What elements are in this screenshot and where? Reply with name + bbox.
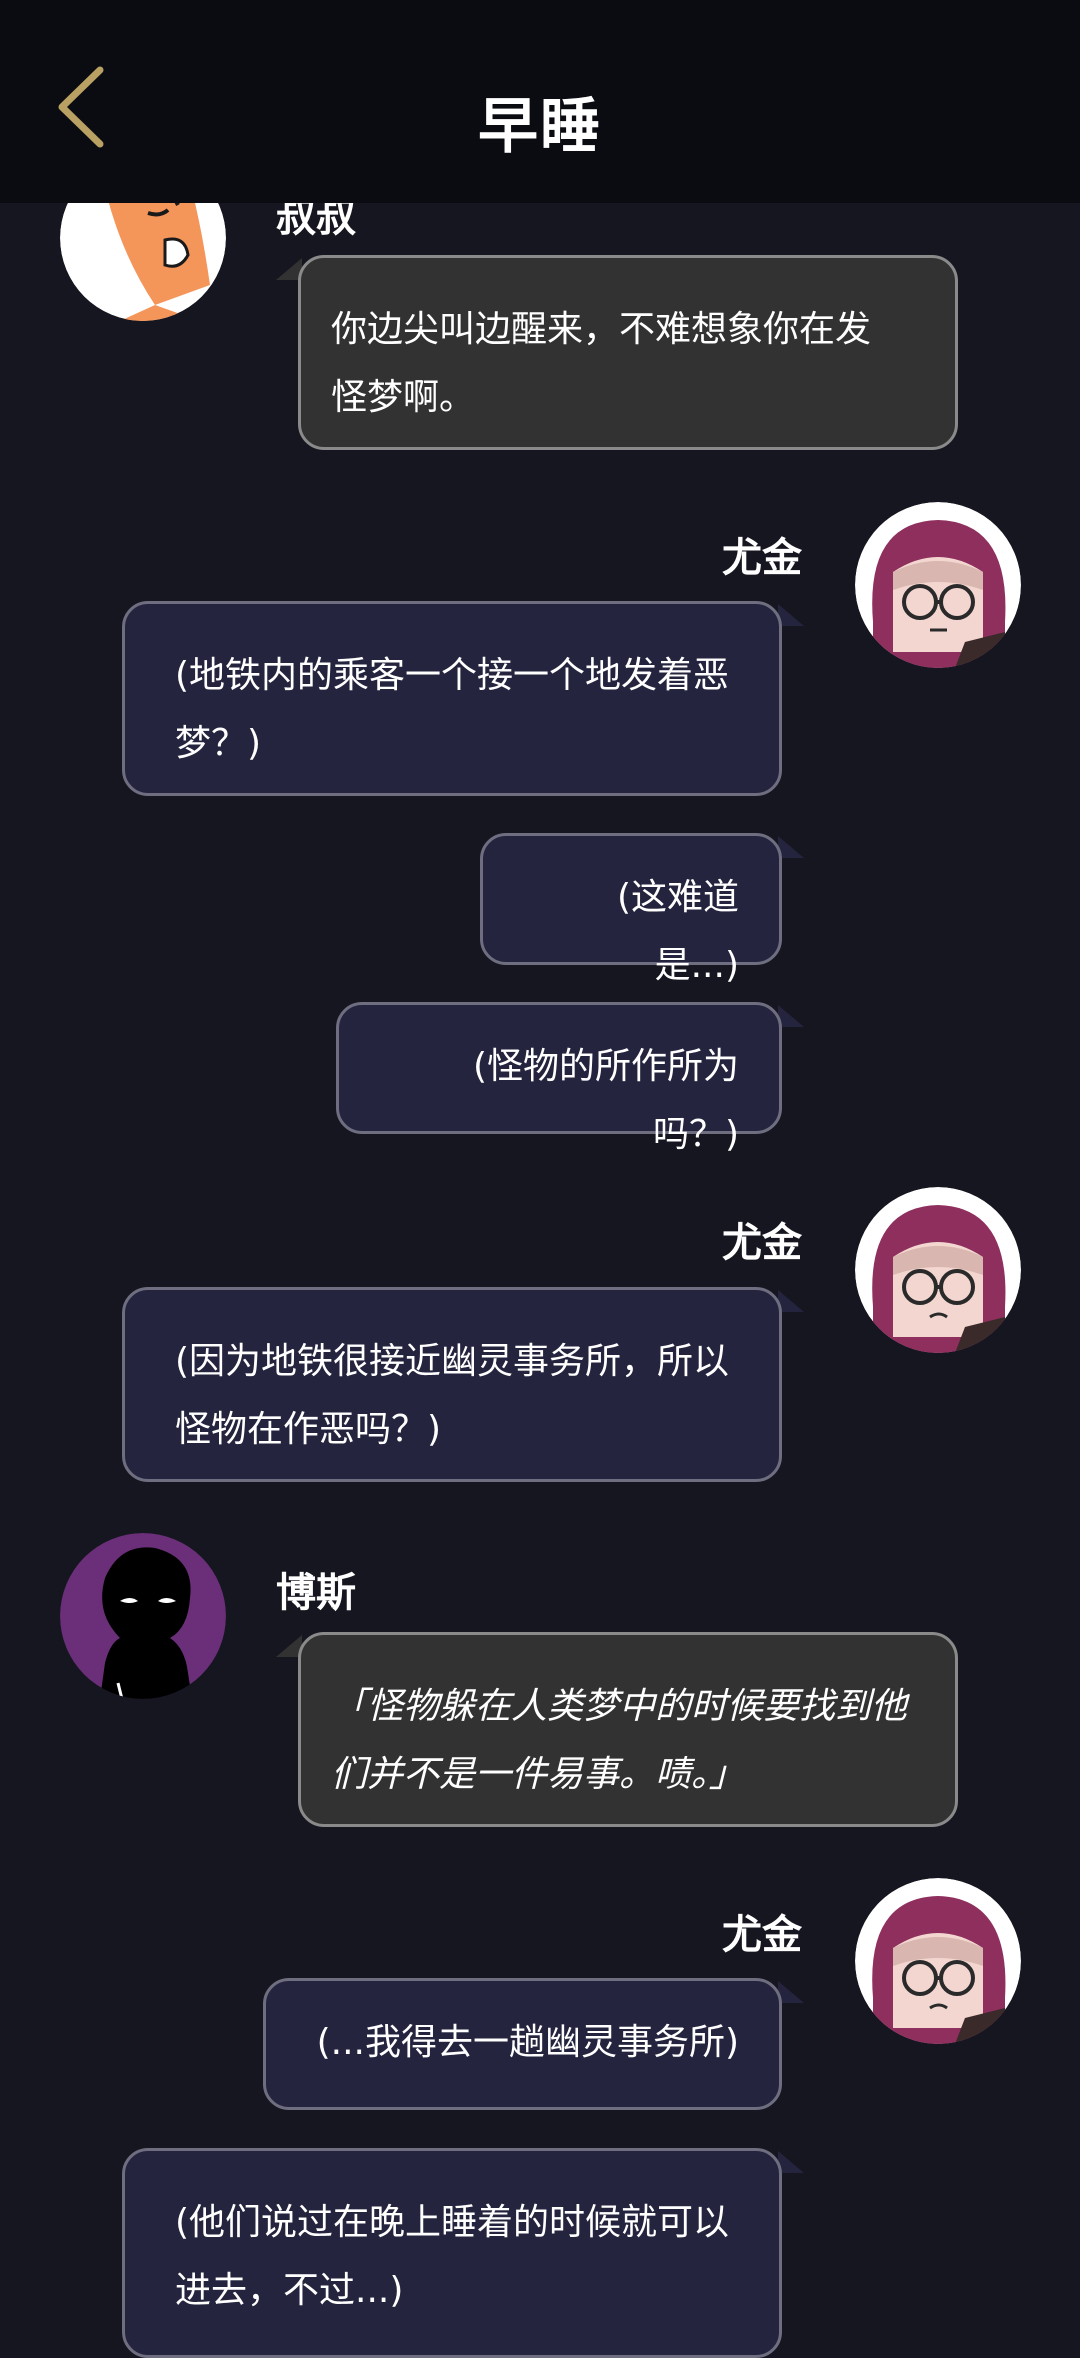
- player-message-bubble[interactable]: (...我得去一趟幽灵事务所): [263, 1978, 782, 2110]
- player-message-bubble[interactable]: (他们说过在晚上睡着的时候就可以 进去，不过...): [122, 2148, 782, 2358]
- eugene-avatar: [855, 1878, 1021, 2044]
- bubble-tail: [778, 1290, 804, 1312]
- message-line: 怪物在作恶吗？): [175, 1409, 442, 1450]
- eugene-avatar: [855, 502, 1021, 668]
- message-line: (因为地铁很接近幽灵事务所，所以: [175, 1341, 730, 1382]
- message-line: (...我得去一趟幽灵事务所): [316, 2022, 739, 2063]
- npc-message-bubble[interactable]: 你边尖叫边醒来，不难想象你在发 怪梦啊。: [298, 255, 958, 450]
- message-line: 怪梦啊。: [331, 377, 476, 418]
- npc-message-bubble[interactable]: 「怪物躲在人类梦中的时候要找到他 们并不是一件易事。啧。」: [298, 1632, 958, 1827]
- header-bar: 早睡: [0, 0, 1080, 203]
- speaker-name: 尤金: [722, 1220, 802, 1266]
- message-line: 梦？): [175, 723, 262, 764]
- message-line: 进去，不过...): [175, 2270, 404, 2311]
- message-line: (地铁内的乘客一个接一个地发着恶: [175, 655, 730, 696]
- player-message-bubble[interactable]: (地铁内的乘客一个接一个地发着恶 梦？): [122, 601, 782, 796]
- bubble-tail: [778, 2151, 804, 2173]
- message-line: (怪物的所作所为吗？): [472, 1046, 739, 1155]
- speaker-name: 尤金: [722, 535, 802, 581]
- chat-log[interactable]: 叔叔 你边尖叫边醒来，不难想象你在发 怪梦啊。 尤金 (地铁内的乘客一个接一个地…: [0, 0, 1080, 2358]
- bubble-tail: [778, 604, 804, 626]
- message-line: (他们说过在晚上睡着的时候就可以: [175, 2202, 730, 2243]
- player-message-bubble[interactable]: (这难道是...): [480, 833, 782, 986]
- player-message-bubble[interactable]: (怪物的所作所为吗？): [336, 1002, 782, 1155]
- speaker-name: 尤金: [722, 1912, 802, 1958]
- speaker-name: 博斯: [276, 1570, 356, 1616]
- bubble-tail: [778, 1981, 804, 2003]
- message-line: 「怪物躲在人类梦中的时候要找到他: [331, 1686, 908, 1727]
- player-message-bubble[interactable]: (因为地铁很接近幽灵事务所，所以 怪物在作恶吗？): [122, 1287, 782, 1482]
- message-line: (这难道是...): [616, 877, 739, 986]
- eugene-avatar: [855, 1187, 1021, 1353]
- bubble-tail: [778, 836, 804, 858]
- message-line: 们并不是一件易事。啧。」: [331, 1754, 746, 1795]
- boss-avatar: [60, 1533, 226, 1699]
- message-line: 你边尖叫边醒来，不难想象你在发: [331, 309, 872, 350]
- page-title: 早睡: [478, 92, 602, 162]
- bubble-tail: [778, 1005, 804, 1027]
